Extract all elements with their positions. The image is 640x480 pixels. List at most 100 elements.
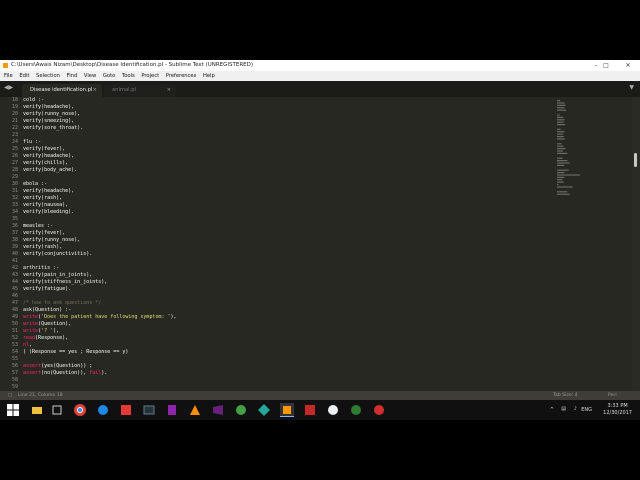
menu-tools[interactable]: Tools bbox=[122, 73, 135, 79]
menu-file[interactable]: File bbox=[4, 73, 13, 79]
tray-arrow-icon[interactable]: ^ bbox=[550, 407, 554, 413]
vertical-scrollbar[interactable] bbox=[632, 97, 640, 391]
winrar-icon[interactable] bbox=[165, 403, 179, 417]
code-line[interactable] bbox=[23, 356, 177, 363]
code-line[interactable]: verify(headache), bbox=[23, 188, 177, 195]
code-line[interactable]: ebola :- bbox=[23, 181, 177, 188]
chrome-icon[interactable] bbox=[73, 403, 87, 417]
code-line[interactable]: cold :- bbox=[23, 97, 177, 104]
line-number: 48 bbox=[11, 307, 18, 313]
code-line[interactable]: verify(conjunctivitis). bbox=[23, 251, 177, 258]
panel-toggle-icon[interactable]: □ bbox=[8, 391, 12, 400]
tab-size[interactable]: Tab Size: 4 bbox=[553, 391, 578, 400]
green-app-icon[interactable] bbox=[234, 403, 248, 417]
code-line[interactable]: verify(headache), bbox=[23, 153, 177, 160]
tab-nav-arrows-icon[interactable]: ◀▶ bbox=[4, 84, 13, 91]
code-line[interactable]: verify(rash), bbox=[23, 195, 177, 202]
code-line[interactable]: verify(headache), bbox=[23, 104, 177, 111]
code-line[interactable]: measles :- bbox=[23, 223, 177, 230]
code-line[interactable] bbox=[23, 377, 177, 384]
code-line[interactable]: verify(sneezing), bbox=[23, 118, 177, 125]
minimap[interactable] bbox=[556, 98, 586, 208]
close-icon[interactable]: ✕ bbox=[622, 60, 634, 71]
tab-dropdown-icon[interactable]: ▼ bbox=[629, 84, 634, 91]
teal-app-icon[interactable] bbox=[257, 403, 271, 417]
minimap-line bbox=[557, 181, 564, 183]
code-line[interactable]: verify(runny_nose), bbox=[23, 111, 177, 118]
code-line[interactable]: ask(Question) :- bbox=[23, 307, 177, 314]
image-viewer-icon[interactable] bbox=[303, 403, 317, 417]
menu-goto[interactable]: Goto bbox=[103, 73, 115, 79]
windows-start-icon[interactable] bbox=[6, 403, 20, 417]
code-line[interactable]: assert(no(Question)), fail). bbox=[23, 370, 177, 377]
task-view-icon[interactable] bbox=[50, 403, 64, 417]
clock[interactable]: 3:33 PM 12/30/2017 bbox=[603, 403, 632, 417]
code-line[interactable]: read(Response), bbox=[23, 335, 177, 342]
code-line[interactable]: verify(runny_nose), bbox=[23, 237, 177, 244]
tab-disease-identification[interactable]: Disease identification.pl × bbox=[22, 84, 102, 97]
code-line[interactable]: verify(nausea), bbox=[23, 202, 177, 209]
code-editor[interactable]: cold :- verify(headache), verify(runny_nos… bbox=[23, 97, 177, 391]
minimap-line bbox=[557, 104, 566, 106]
maximize-icon[interactable]: □ bbox=[600, 60, 612, 71]
code-line[interactable]: verify(fever), bbox=[23, 230, 177, 237]
code-line[interactable]: flu :- bbox=[23, 139, 177, 146]
tab-animal[interactable]: animal.pl × bbox=[104, 84, 176, 97]
code-line[interactable]: ( (Response == yes ; Response == y) bbox=[23, 349, 177, 356]
line-number: 29 bbox=[11, 174, 18, 180]
edge-icon[interactable] bbox=[349, 403, 363, 417]
tab-label: Disease identification.pl bbox=[30, 87, 93, 93]
line-number: 47 bbox=[11, 300, 18, 306]
code-line[interactable]: write('? '), bbox=[23, 328, 177, 335]
minimap-line bbox=[557, 109, 566, 111]
code-line[interactable]: verify(bleeding). bbox=[23, 209, 177, 216]
menu-view[interactable]: View bbox=[84, 73, 96, 79]
code-line[interactable]: arthritis :- bbox=[23, 265, 177, 272]
paint-icon[interactable] bbox=[326, 403, 340, 417]
code-line[interactable]: verify(body_ache). bbox=[23, 167, 177, 174]
vlc-icon[interactable] bbox=[188, 403, 202, 417]
code-line[interactable]: /* how to ask questions */ bbox=[23, 300, 177, 307]
code-line[interactable] bbox=[23, 384, 177, 391]
code-line[interactable]: verify(stiffness_in_joints), bbox=[23, 279, 177, 286]
tab-close-icon[interactable]: × bbox=[93, 84, 97, 97]
terminal-icon[interactable] bbox=[142, 403, 156, 417]
line-number: 37 bbox=[11, 230, 18, 236]
code-line[interactable]: verify(sore_throat). bbox=[23, 125, 177, 132]
visual-studio-icon[interactable] bbox=[211, 403, 225, 417]
sublime-text-taskbar-icon[interactable] bbox=[280, 403, 294, 417]
code-line[interactable]: verify(fever), bbox=[23, 146, 177, 153]
language-indicator[interactable]: ENG bbox=[581, 407, 592, 413]
scrollbar-thumb[interactable] bbox=[634, 153, 637, 167]
menu-selection[interactable]: Selection bbox=[36, 73, 60, 79]
menu-help[interactable]: Help bbox=[203, 73, 215, 79]
menu-bar: File Edit Selection Find View Goto Tools… bbox=[0, 71, 640, 81]
menu-preferences[interactable]: Preferences bbox=[166, 73, 197, 79]
menu-edit[interactable]: Edit bbox=[19, 73, 29, 79]
vmware-icon[interactable] bbox=[96, 403, 110, 417]
code-line[interactable] bbox=[23, 293, 177, 300]
code-line[interactable]: nl, bbox=[23, 342, 177, 349]
code-line[interactable]: verify(chills), bbox=[23, 160, 177, 167]
code-line[interactable] bbox=[23, 174, 177, 181]
code-line[interactable]: assert(yes(Question)) ; bbox=[23, 363, 177, 370]
volume-icon[interactable]: ♪ bbox=[574, 406, 577, 412]
tab-close-icon[interactable]: × bbox=[167, 84, 171, 97]
line-number: 18 bbox=[11, 97, 18, 103]
code-line[interactable] bbox=[23, 132, 177, 139]
network-icon[interactable]: ▤ bbox=[561, 406, 566, 412]
menu-find[interactable]: Find bbox=[67, 73, 78, 79]
code-line[interactable]: write(Question), bbox=[23, 321, 177, 328]
code-line[interactable]: verify(fatigue). bbox=[23, 286, 177, 293]
pdf-reader-icon[interactable] bbox=[119, 403, 133, 417]
code-line[interactable] bbox=[23, 258, 177, 265]
file-explorer-icon[interactable] bbox=[30, 403, 44, 417]
menu-project[interactable]: Project bbox=[141, 73, 159, 79]
code-line[interactable] bbox=[23, 216, 177, 223]
code-line[interactable]: write('Does the patient have following s… bbox=[23, 314, 177, 321]
minimap-line bbox=[557, 143, 562, 145]
red-app-icon[interactable] bbox=[372, 403, 386, 417]
code-line[interactable]: verify(pain_in_joints), bbox=[23, 272, 177, 279]
code-line[interactable]: verify(rash), bbox=[23, 244, 177, 251]
syntax-mode[interactable]: Perl bbox=[608, 391, 617, 400]
